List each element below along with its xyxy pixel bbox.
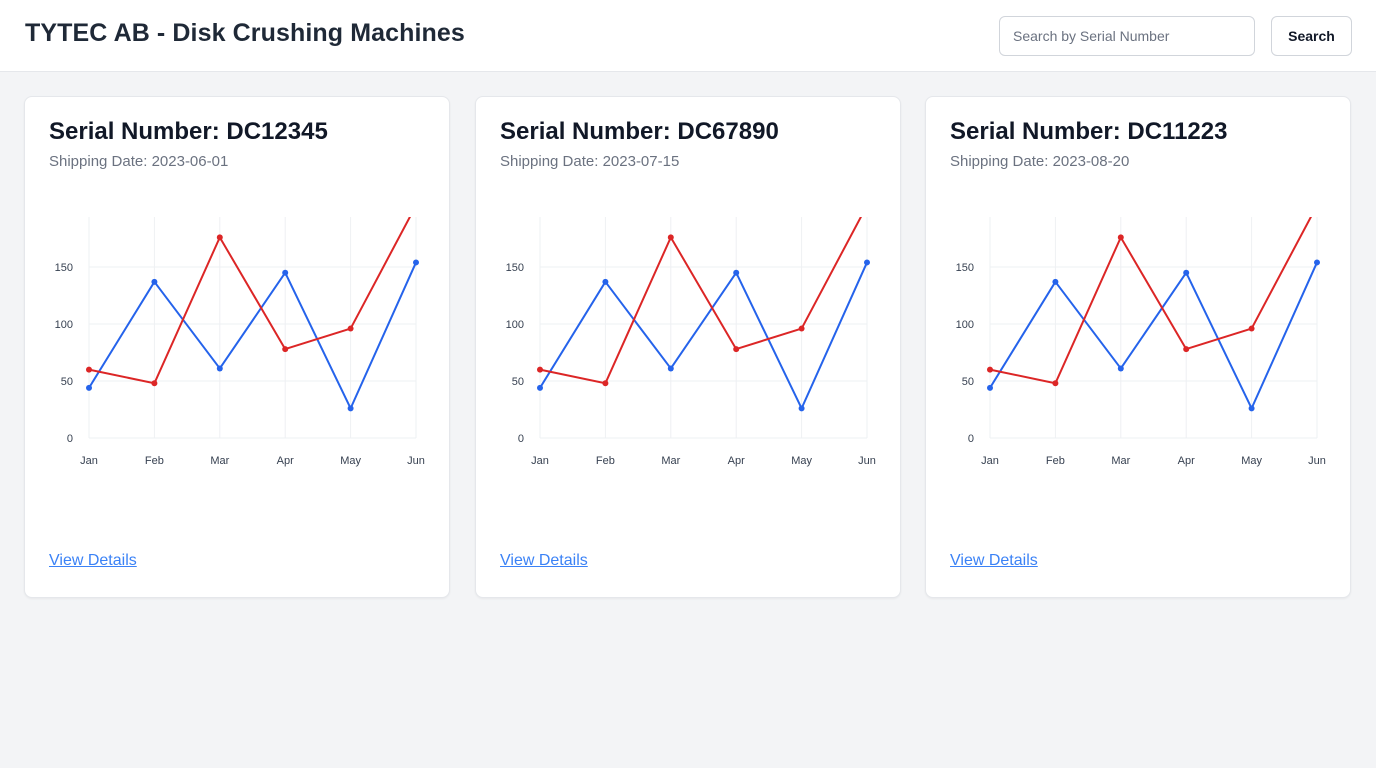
series-line (88, 262, 417, 410)
data-point (987, 384, 993, 391)
data-point (733, 269, 740, 276)
x-tick-label: Mar (210, 455, 229, 467)
shipping-date: Shipping Date: 2023-06-01 (49, 153, 229, 170)
x-tick-label: Jun (407, 455, 425, 467)
data-point (1117, 234, 1124, 241)
data-point (216, 365, 223, 372)
series-line (539, 262, 868, 410)
x-tick-label: May (340, 455, 361, 467)
data-point (667, 365, 674, 372)
data-point (151, 380, 158, 387)
y-tick-label: 50 (962, 376, 974, 388)
x-tick-label: May (1241, 455, 1262, 467)
y-tick-label: 150 (506, 262, 524, 274)
y-tick-label: 150 (55, 262, 73, 274)
y-tick-label: 100 (506, 319, 524, 331)
data-point (86, 384, 92, 391)
data-point (1052, 278, 1059, 285)
app-header: TYTEC AB - Disk Crushing Machines Search (0, 0, 1376, 72)
machine-card: Serial Number: DC67890 Shipping Date: 20… (475, 96, 901, 598)
view-details-link[interactable]: View Details (49, 552, 137, 570)
data-point (1183, 346, 1190, 353)
data-point (987, 366, 993, 373)
y-tick-label: 100 (55, 319, 73, 331)
y-tick-label: 0 (518, 433, 524, 445)
x-tick-label: Mar (1111, 455, 1130, 467)
view-details-link[interactable]: View Details (500, 552, 588, 570)
search-button[interactable]: Search (1271, 16, 1352, 56)
x-tick-label: Feb (596, 455, 615, 467)
serial-number-title: Serial Number: DC67890 (500, 118, 779, 145)
data-point (733, 346, 740, 353)
data-point (537, 366, 543, 373)
series-line (989, 217, 1312, 385)
data-point (282, 269, 289, 276)
x-tick-label: Feb (145, 455, 164, 467)
x-tick-label: Feb (1046, 455, 1065, 467)
view-details-link[interactable]: View Details (950, 552, 1038, 570)
x-tick-label: Mar (661, 455, 680, 467)
shipping-date: Shipping Date: 2023-07-15 (500, 153, 680, 170)
data-point (1117, 365, 1124, 372)
y-tick-label: 50 (61, 376, 73, 388)
series-line (989, 262, 1318, 410)
y-tick-label: 0 (968, 433, 974, 445)
serial-number-title: Serial Number: DC12345 (49, 118, 328, 145)
y-tick-label: 150 (956, 262, 974, 274)
y-tick-label: 100 (956, 319, 974, 331)
x-tick-label: Jan (531, 455, 549, 467)
data-point (86, 366, 92, 373)
data-point (1248, 325, 1255, 332)
machine-card: Serial Number: DC11223 Shipping Date: 20… (925, 96, 1351, 598)
data-point (602, 278, 609, 285)
series-line (539, 217, 862, 385)
line-chart: 050100150200JanFebMarAprMayJun (55, 217, 425, 467)
data-point (151, 278, 158, 285)
data-point (347, 325, 354, 332)
data-point (413, 259, 419, 266)
data-point (537, 384, 543, 391)
data-point (798, 325, 805, 332)
data-point (602, 380, 609, 387)
data-point (798, 405, 805, 412)
x-tick-label: Jan (80, 455, 98, 467)
x-tick-label: Apr (1178, 455, 1195, 467)
search-input[interactable] (999, 16, 1255, 56)
data-point (1052, 380, 1059, 387)
machine-card: Serial Number: DC12345 Shipping Date: 20… (24, 96, 450, 598)
data-point (1248, 405, 1255, 412)
data-point (347, 405, 354, 412)
line-chart: 050100150200JanFebMarAprMayJun (506, 217, 876, 467)
series-line (88, 217, 411, 385)
serial-number-title: Serial Number: DC11223 (950, 118, 1228, 145)
x-tick-label: Apr (277, 455, 294, 467)
line-chart: 050100150200JanFebMarAprMayJun (956, 217, 1326, 467)
data-point (282, 346, 289, 353)
data-point (1314, 259, 1320, 266)
x-tick-label: Jun (858, 455, 876, 467)
data-point (864, 259, 870, 266)
data-point (216, 234, 223, 241)
x-tick-label: Jan (981, 455, 999, 467)
page-title: TYTEC AB - Disk Crushing Machines (25, 19, 465, 47)
y-tick-label: 50 (512, 376, 524, 388)
y-tick-label: 0 (67, 433, 73, 445)
x-tick-label: Apr (728, 455, 745, 467)
data-point (1183, 269, 1190, 276)
shipping-date: Shipping Date: 2023-08-20 (950, 153, 1130, 170)
x-tick-label: May (791, 455, 812, 467)
x-tick-label: Jun (1308, 455, 1326, 467)
data-point (667, 234, 674, 241)
